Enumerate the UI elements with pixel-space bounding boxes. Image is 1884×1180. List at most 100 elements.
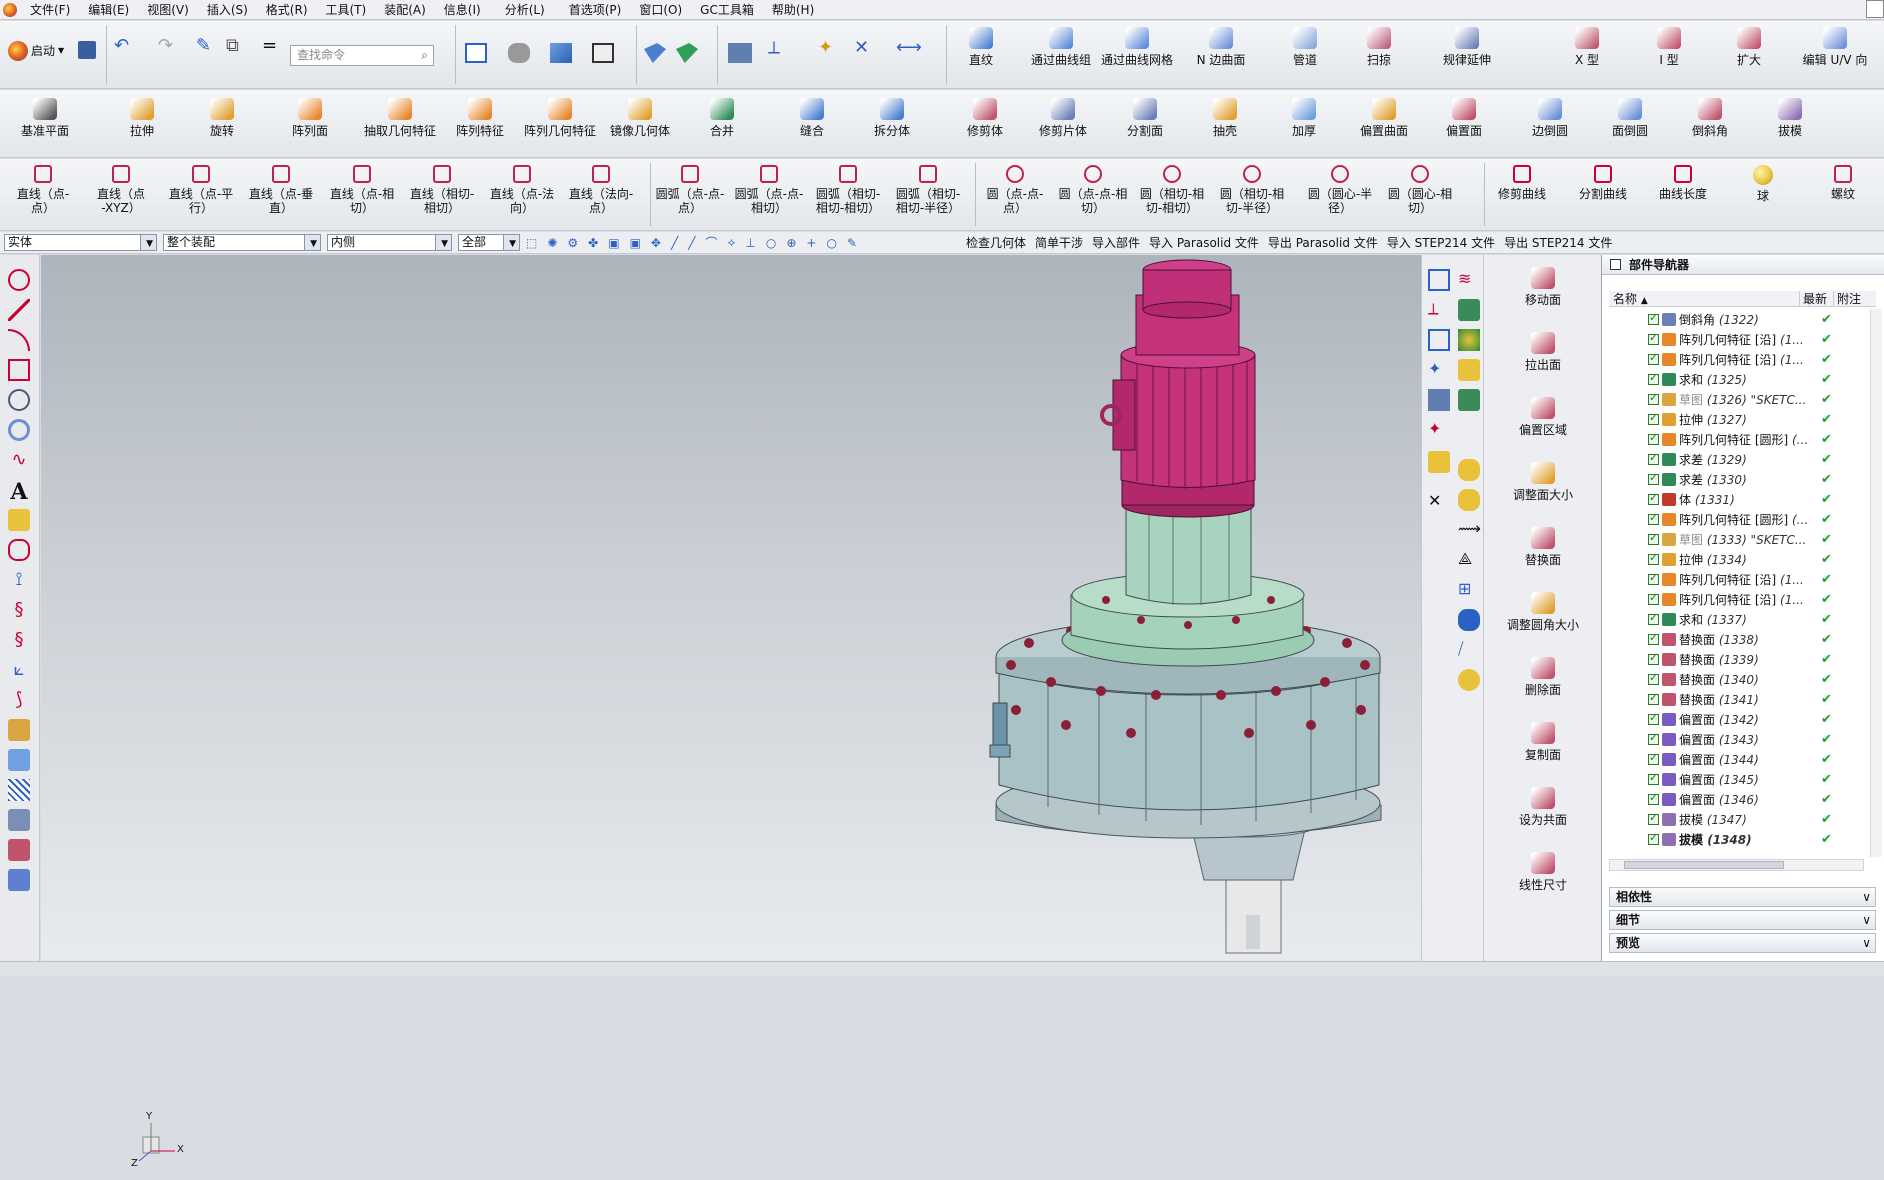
- datum-icon[interactable]: [644, 43, 666, 63]
- feature-tool-8[interactable]: 合并: [677, 98, 767, 138]
- feature-row[interactable]: 替换面 (1341) ✔: [1609, 689, 1876, 709]
- menu-item-4[interactable]: 格式(R): [257, 0, 317, 20]
- sync-tool-5[interactable]: 调整圆角大小: [1484, 592, 1602, 632]
- layer-icon-v[interactable]: [1428, 389, 1450, 411]
- menu-item-12[interactable]: 帮助(H): [763, 0, 823, 20]
- feature-tool-19[interactable]: 面倒圆: [1585, 98, 1675, 138]
- boolean-icon-2[interactable]: [1458, 489, 1480, 511]
- arc-icon[interactable]: [8, 329, 30, 351]
- distance-icon[interactable]: ⟷: [896, 39, 922, 57]
- col-name[interactable]: 名称 ▲: [1609, 291, 1799, 306]
- col-latest[interactable]: 最新: [1799, 291, 1833, 306]
- extract-curve-icon[interactable]: §: [8, 629, 30, 651]
- menu-item-11[interactable]: GC工具箱: [691, 0, 763, 20]
- navigator-pin-icon[interactable]: [1610, 259, 1621, 270]
- menu-item-0[interactable]: 文件(F): [21, 0, 79, 20]
- text-icon[interactable]: A: [8, 479, 30, 505]
- surface-tool-6[interactable]: 规律延伸: [1412, 27, 1522, 67]
- extract-icon[interactable]: [8, 839, 30, 861]
- feature-tool-7[interactable]: 镜像几何体: [595, 98, 685, 138]
- measure-icon-v[interactable]: [1428, 451, 1450, 473]
- pane-0[interactable]: 相依性 ∨: [1609, 887, 1876, 907]
- sync-tool-4[interactable]: 替换面: [1484, 527, 1602, 567]
- curve-tool-15[interactable]: 圆（相切-相 切-半径）: [1212, 165, 1292, 215]
- curve-feature-icon[interactable]: ⟿: [1458, 519, 1481, 541]
- snap-tools[interactable]: ⬚ ✺ ⚙ ✤ ▣ ▣ ✥ ╱ ╱ ⌒ ⟡ ⊥ ○ ⊕ + ○ ✎: [526, 234, 966, 252]
- feature-row[interactable]: 拔模 (1347) ✔: [1609, 809, 1876, 829]
- spiral-icon-v[interactable]: ≋: [1458, 269, 1480, 291]
- equals-icon[interactable]: =: [262, 37, 277, 55]
- point-set-icon[interactable]: ✦: [1428, 419, 1450, 441]
- visibility-checkbox[interactable]: [1648, 631, 1659, 645]
- menu-item-2[interactable]: 视图(V): [138, 0, 198, 20]
- intersect-curve-icon[interactable]: ⟀: [8, 659, 30, 681]
- feature-tool-0[interactable]: 基准平面: [0, 98, 90, 138]
- feature-tool-21[interactable]: 拔模: [1745, 98, 1835, 138]
- visibility-checkbox[interactable]: [1648, 431, 1659, 445]
- curve-tool-13[interactable]: 圆（点-点-相 切）: [1053, 165, 1133, 215]
- sheet-icon[interactable]: [1458, 359, 1480, 381]
- visibility-checkbox[interactable]: [1648, 551, 1659, 565]
- window-icon[interactable]: ⧉: [226, 37, 239, 55]
- visibility-checkbox[interactable]: [1648, 591, 1659, 605]
- cmd-5[interactable]: 导入 STEP214 文件: [1387, 234, 1495, 251]
- feature-tool-15[interactable]: 加厚: [1259, 98, 1349, 138]
- curve-tool-6[interactable]: 直线（点-法 向）: [482, 165, 562, 215]
- curve-tool-19[interactable]: 分割曲线: [1563, 165, 1643, 201]
- visibility-checkbox[interactable]: [1648, 811, 1659, 825]
- cmd-2[interactable]: 导入部件: [1092, 234, 1140, 251]
- feature-tool-18[interactable]: 边倒圆: [1505, 98, 1595, 138]
- visibility-checkbox[interactable]: [1648, 511, 1659, 525]
- feature-row[interactable]: 草图 (1333) "SKETC... ✔: [1609, 529, 1876, 549]
- join-icon[interactable]: [8, 869, 30, 891]
- curve-tool-20[interactable]: 曲线长度: [1643, 165, 1723, 201]
- visibility-checkbox[interactable]: [1648, 791, 1659, 805]
- feature-tool-1[interactable]: 拉伸: [97, 98, 187, 138]
- menu-item-3[interactable]: 插入(S): [198, 0, 257, 20]
- sync-tool-2[interactable]: 偏置区域: [1484, 397, 1602, 437]
- spiral-icon[interactable]: [8, 389, 30, 411]
- visibility-checkbox[interactable]: [1648, 671, 1659, 685]
- save-icon[interactable]: [78, 41, 96, 59]
- curve-tool-18[interactable]: 修剪曲线: [1482, 165, 1562, 201]
- visibility-checkbox[interactable]: [1648, 831, 1659, 845]
- csys-dynamic-icon[interactable]: ⟂: [1428, 299, 1450, 321]
- spline-icon[interactable]: ∿: [8, 449, 30, 471]
- section-curve-icon[interactable]: ⟆: [8, 689, 30, 711]
- feature-tool-16[interactable]: 偏置曲面: [1339, 98, 1429, 138]
- visibility-checkbox[interactable]: [1648, 331, 1659, 345]
- feature-row[interactable]: 替换面 (1340) ✔: [1609, 669, 1876, 689]
- feature-row[interactable]: 偏置面 (1345) ✔: [1609, 769, 1876, 789]
- visibility-checkbox[interactable]: [1648, 751, 1659, 765]
- visibility-checkbox[interactable]: [1648, 571, 1659, 585]
- feature-row[interactable]: 阵列几何特征 [圆形] (... ✔: [1609, 429, 1876, 449]
- orient-icon[interactable]: [1428, 269, 1450, 291]
- feature-tool-2[interactable]: 旋转: [177, 98, 267, 138]
- graphics-window[interactable]: Y X Z: [41, 255, 1421, 1169]
- polygon-icon[interactable]: [8, 269, 30, 291]
- draft-feature-icon[interactable]: ⟁: [1458, 549, 1480, 571]
- background-icon[interactable]: [592, 43, 614, 63]
- render-style-icon[interactable]: [508, 43, 530, 63]
- curve-tool-12[interactable]: 圆（点-点- 点）: [975, 165, 1055, 215]
- visibility-checkbox[interactable]: [1648, 691, 1659, 705]
- feature-row[interactable]: 阵列几何特征 [沿] (1... ✔: [1609, 349, 1876, 369]
- pane-1[interactable]: 细节 ∨: [1609, 910, 1876, 930]
- cmd-3[interactable]: 导入 Parasolid 文件: [1149, 234, 1259, 251]
- feature-row[interactable]: 偏置面 (1342) ✔: [1609, 709, 1876, 729]
- rectangle-icon[interactable]: [8, 359, 30, 381]
- curve-tool-0[interactable]: 直线（点- 点）: [3, 165, 83, 215]
- shade-icon[interactable]: [1458, 299, 1480, 321]
- visibility-checkbox[interactable]: [1648, 651, 1659, 665]
- cmd-6[interactable]: 导出 STEP214 文件: [1504, 234, 1612, 251]
- isoparm-icon[interactable]: [8, 749, 30, 771]
- menu-item-8[interactable]: 分析(L): [496, 0, 554, 20]
- feature-tool-10[interactable]: 拆分体: [847, 98, 937, 138]
- feature-tool-3[interactable]: 阵列面: [265, 98, 355, 138]
- mesh-icon[interactable]: [8, 779, 30, 801]
- menu-item-6[interactable]: 装配(A): [375, 0, 435, 20]
- curve-tool-5[interactable]: 直线（相切- 相切）: [402, 165, 482, 215]
- gearbox-model[interactable]: [41, 255, 1421, 961]
- project-curve-icon[interactable]: [8, 539, 30, 561]
- cylinder-icon[interactable]: [1458, 609, 1480, 631]
